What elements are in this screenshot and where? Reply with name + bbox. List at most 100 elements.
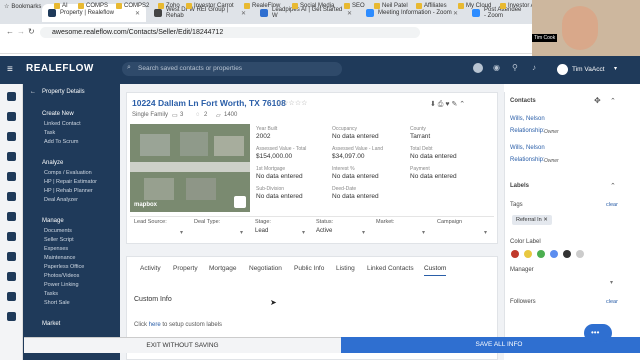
subnav-item[interactable]: Deal Analyzer (44, 197, 78, 203)
back-icon[interactable]: ← (6, 27, 14, 36)
bookmark-item[interactable]: Zoho (158, 3, 180, 9)
setup-link[interactable]: here (149, 322, 161, 328)
campaign-select[interactable]: ▾ (484, 229, 487, 236)
rating-stars[interactable]: ☆☆☆☆☆ (276, 99, 307, 107)
subnav-item[interactable]: Seller Script (44, 237, 74, 243)
bookmark-item[interactable]: COMPS (78, 3, 108, 9)
bookmark-item[interactable]: Investor Carrot (186, 3, 234, 9)
tab-property[interactable]: Property (173, 265, 198, 272)
upload-icon[interactable] (234, 196, 246, 208)
status-value[interactable]: Active (316, 228, 332, 234)
bell-icon[interactable]: ♪ (532, 63, 536, 72)
url-input[interactable]: awesome.realeflow.com/Contacts/Seller/Ed… (40, 27, 420, 38)
eye-icon[interactable]: ◉ (493, 63, 500, 72)
chevron-down-icon[interactable]: ▾ (614, 65, 617, 72)
arrow-left-icon[interactable]: ← (30, 89, 36, 95)
subnav-item[interactable]: Add To Scrum (44, 139, 78, 145)
subnav-item[interactable]: Tasks (44, 291, 58, 297)
home-icon[interactable] (7, 92, 16, 101)
stack-icon[interactable] (7, 252, 16, 261)
bookmark-item[interactable]: ☆ Bookmarks (4, 3, 41, 11)
bookmark-item[interactable]: COMPS2 (116, 3, 149, 9)
close-tab-icon[interactable]: ✕ (135, 10, 140, 17)
avatar[interactable] (557, 64, 568, 75)
tab-negotiation[interactable]: Negotiation (249, 265, 282, 272)
manager-label: Manager (510, 267, 534, 273)
subnav-item[interactable]: Paperless Office (44, 264, 84, 270)
tab-public-info[interactable]: Public Info (294, 265, 324, 272)
list-icon[interactable] (7, 192, 16, 201)
search-input[interactable]: Search saved contacts or properties (122, 62, 342, 76)
reload-icon[interactable]: ↻ (28, 27, 35, 36)
chevron-down-icon[interactable]: ▾ (302, 229, 305, 236)
bookmark-label: My Cloud (466, 3, 492, 9)
bookmark-item[interactable]: Neil Patel (374, 3, 408, 9)
lead-source-select[interactable]: ▾ (180, 229, 183, 236)
color-swatch-gray[interactable] (576, 250, 584, 258)
help-icon[interactable] (7, 292, 16, 301)
bookmark-item[interactable]: Social Media (292, 3, 334, 9)
property-photo[interactable]: mapbox (130, 124, 250, 212)
bookmark-item[interactable]: SEO (344, 3, 365, 9)
settings-icon[interactable] (7, 312, 16, 321)
color-swatch-black[interactable] (563, 250, 571, 258)
market-select[interactable]: ▾ (422, 229, 425, 236)
leadpipes-favicon-icon (260, 9, 268, 17)
tab-linked-contacts[interactable]: Linked Contacts (367, 265, 414, 272)
subnav-item[interactable]: HP | Rehab Planner (44, 188, 93, 194)
bookmark-item[interactable]: AI (54, 3, 68, 9)
collapse-icon[interactable]: ⌃ (610, 97, 616, 105)
subnav-item[interactable]: Photos/Videos (44, 273, 79, 279)
color-swatch-yellow[interactable] (524, 250, 532, 258)
subnav-item[interactable]: Comps / Evaluation (44, 170, 92, 176)
close-tab-icon[interactable]: ✕ (241, 10, 246, 17)
user-name[interactable]: Tim VaAcct (572, 66, 605, 73)
subnav-item[interactable]: Task (44, 130, 55, 136)
close-tab-icon[interactable]: ✕ (453, 10, 458, 17)
send-icon[interactable] (7, 172, 16, 181)
subnav-item[interactable]: HP | Repair Estimator (44, 179, 97, 185)
stage-value[interactable]: Lead (255, 228, 268, 234)
subnav-item[interactable]: Expenses (44, 246, 68, 252)
close-tab-icon[interactable]: ✕ (347, 10, 352, 17)
contact-name[interactable]: Wills, Nelson (510, 145, 545, 151)
filter-icon[interactable] (7, 152, 16, 161)
tab-custom[interactable]: Custom (424, 265, 447, 276)
color-swatch-green[interactable] (537, 250, 545, 258)
forward-icon[interactable]: → (17, 27, 25, 36)
add-contact-icon[interactable]: ✥ (594, 96, 601, 105)
pin-icon[interactable]: ⚲ (512, 63, 518, 72)
manager-select[interactable]: ▾ (610, 279, 613, 286)
chat-bubble-icon[interactable]: ••• (584, 324, 612, 342)
clear-tags-link[interactable]: clear (606, 202, 618, 208)
subnav-item[interactable]: Documents (44, 228, 72, 234)
subnav-item[interactable]: Linked Contact (44, 121, 81, 127)
hamburger-icon[interactable]: ≡ (7, 64, 13, 75)
collapse-icon[interactable]: ⌃ (610, 182, 616, 190)
color-swatch-red[interactable] (511, 250, 519, 258)
user-icon[interactable] (7, 132, 16, 141)
deal-type-select[interactable]: ▾ (240, 229, 243, 236)
subnav-item[interactable]: Power Linking (44, 282, 79, 288)
tab-activity[interactable]: Activity (140, 265, 161, 272)
property-address[interactable]: 10224 Dallam Ln Fort Worth, TX 76108 (132, 98, 286, 108)
location-icon[interactable] (7, 112, 16, 121)
bookmark-item[interactable]: Affiliates (416, 3, 447, 9)
exit-without-saving-button[interactable]: EXIT WITHOUT SAVING (24, 337, 341, 353)
bookmark-item[interactable]: RealeFlow (244, 3, 280, 9)
tab-listing[interactable]: Listing (336, 265, 355, 272)
tag-chip[interactable]: Referral In ✕ (512, 215, 552, 225)
calendar-icon[interactable] (7, 232, 16, 241)
clear-followers-link[interactable]: clear (606, 299, 618, 305)
tab-mortgage[interactable]: Mortgage (209, 265, 236, 272)
subnav-item[interactable]: Maintenance (44, 255, 76, 261)
header-action-icons[interactable]: ⬇ ⎙ ♥ ✎ ⌃ (430, 100, 465, 109)
add-icon[interactable] (473, 63, 483, 73)
tag-icon[interactable] (7, 212, 16, 221)
subnav-item[interactable]: Short Sale (44, 300, 70, 306)
bulb-icon[interactable] (7, 272, 16, 281)
chevron-down-icon[interactable]: ▾ (362, 229, 365, 236)
bookmark-item[interactable]: My Cloud (458, 3, 491, 9)
color-swatch-blue[interactable] (550, 250, 558, 258)
contact-name[interactable]: Wills, Nelson (510, 116, 545, 122)
